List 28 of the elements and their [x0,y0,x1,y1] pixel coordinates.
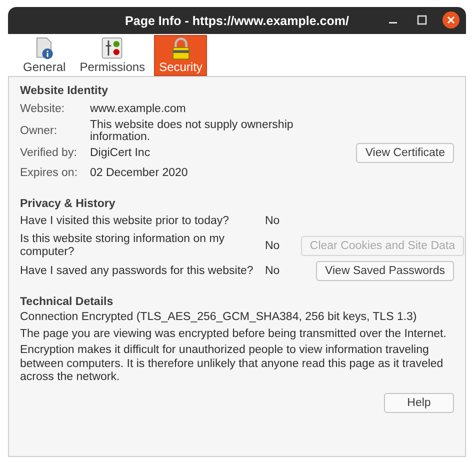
detail-text: Connection Encrypted (TLS_AES_256_GCM_SHA384, 256 bit keys, TLS 1.3) [20,311,418,324]
question-text: Is this website storing information on my computer? [20,233,226,259]
window-title: Page Info - https://www.example.com/ [125,14,349,28]
answer-text: No [265,215,281,227]
field-value: DigiCert Inc [90,146,152,161]
section-heading: Privacy & History [20,198,116,210]
detail-text: The page you are viewing was encrypted before being transmitted over the Internet. [20,328,448,341]
field-label: Website: [20,102,66,117]
tab[interactable]: Security [154,35,208,76]
action-button[interactable]: Help [384,392,454,412]
field-value: www.example.com [90,102,187,117]
question-text: Have I saved any passwords for this website? [20,264,254,278]
field-label: Verified by: [20,146,78,161]
field-value: This website does not supply ownership information. [90,119,294,143]
question-text: Have I visited this website prior to today? [20,214,230,228]
field-value: 02 December 2020 [90,166,189,181]
tab[interactable]: Permissions [74,35,150,76]
field-label: Owner: [20,124,58,139]
answer-text: No [265,240,281,252]
action-button[interactable]: View Certificate [356,143,454,163]
field-label: Expires on: [20,166,79,181]
section-heading: Technical Details [20,296,114,308]
tab[interactable]: General [18,35,71,76]
section-heading: Website Identity [20,85,109,97]
answer-text: No [265,265,281,277]
action-button[interactable]: View Saved Passwords [316,261,454,281]
close-icon[interactable] [442,11,460,29]
detail-text: Encryption makes it difficult for unauthorized people to view information traveling between computers. It is therefore unlikely that anyone read this page as it traveled across the network. [20,344,444,384]
